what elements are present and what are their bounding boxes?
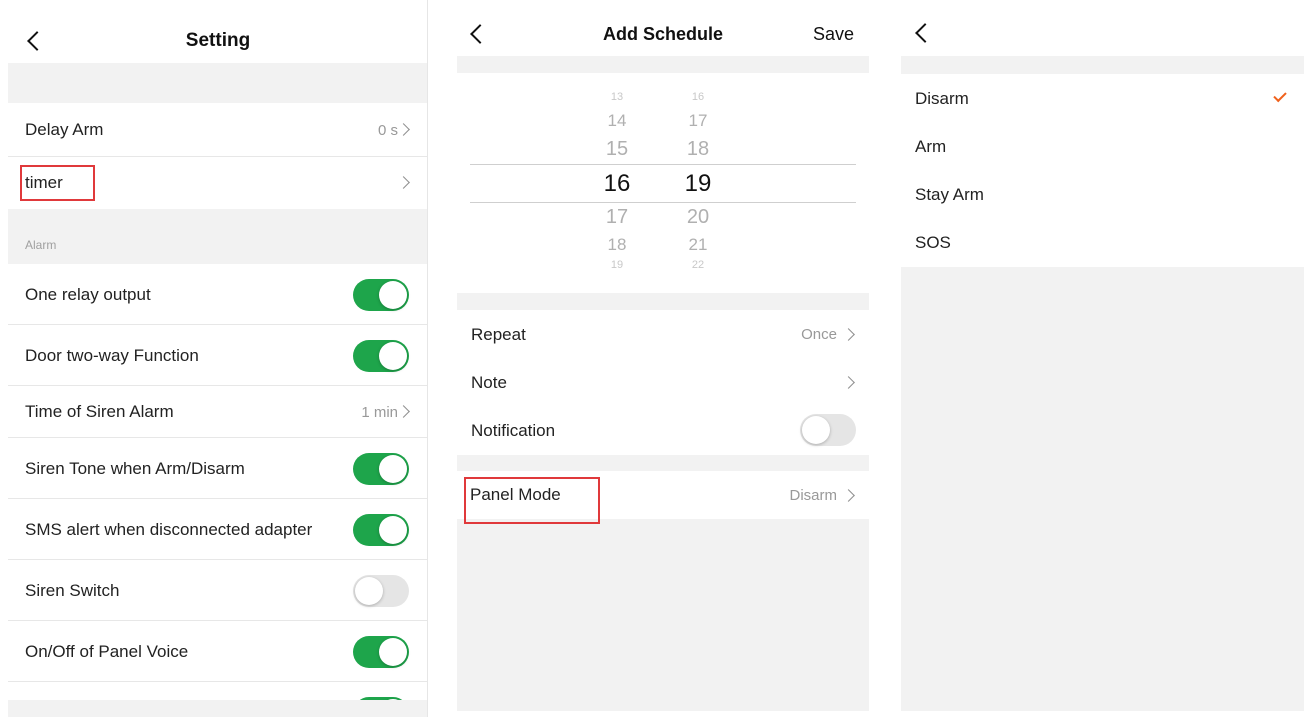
sms-alert-label: SMS alert when disconnected adapter [25, 520, 313, 539]
picker-selection-line-top [470, 164, 856, 165]
option-arm[interactable]: Arm [901, 122, 1304, 170]
time-of-siren-alarm-row[interactable]: Time of Siren Alarm 1 min [8, 386, 428, 438]
one-relay-output-label: One relay output [25, 285, 151, 304]
picker-hour-selected[interactable]: 16 [597, 170, 637, 198]
chevron-right-icon [397, 123, 410, 136]
picker-minute: 22 [691, 259, 705, 271]
chevron-right-icon [397, 405, 410, 418]
add-schedule-screen: Add Schedule Save 13 14 15 16 17 18 19 1… [457, 0, 869, 711]
picker-hour: 13 [610, 91, 624, 103]
timer-highlight-box [20, 165, 95, 201]
spacer [8, 63, 428, 103]
toggle-knob [379, 516, 407, 544]
repeat-value: Once [801, 326, 837, 343]
repeat-label: Repeat [471, 325, 526, 344]
picker-minute: 17 [688, 111, 708, 130]
panel-mode-screen: Disarm Arm Stay Arm SOS [901, 0, 1304, 711]
note-row[interactable]: Note [457, 358, 869, 406]
chevron-right-icon [842, 376, 855, 389]
toggle-knob [355, 577, 383, 605]
door-two-way-label: Door two-way Function [25, 346, 199, 365]
picker-minute: 18 [686, 138, 710, 160]
picker-hour: 17 [605, 206, 629, 228]
option-label: Disarm [915, 89, 969, 108]
option-stay-arm[interactable]: Stay Arm [901, 170, 1304, 218]
picker-hour: 14 [607, 111, 627, 130]
setting-nav-bar: Setting [8, 0, 428, 63]
siren-switch-label: Siren Switch [25, 581, 120, 600]
picker-minute: 21 [688, 235, 708, 254]
toggle-knob [379, 638, 407, 666]
option-label: SOS [915, 233, 951, 252]
panel-voice-toggle[interactable] [353, 636, 409, 668]
page-title: Setting [185, 30, 251, 51]
add-schedule-nav-bar: Add Schedule Save [457, 0, 869, 56]
sms-alert-toggle[interactable] [353, 514, 409, 546]
option-sos[interactable]: SOS [901, 218, 1304, 267]
section-label-alarm: Alarm [25, 238, 57, 252]
chevron-right-icon [842, 328, 855, 341]
delay-arm-row[interactable]: Delay Arm 0 s [8, 103, 428, 157]
panel-mode-value: Disarm [789, 487, 838, 504]
toggle-knob [379, 342, 407, 370]
picker-selection-line-bottom [470, 202, 856, 203]
bottom-spacer [8, 700, 428, 717]
delay-arm-value: 0 s [377, 122, 398, 139]
option-label: Stay Arm [915, 185, 984, 204]
note-label: Note [471, 373, 507, 392]
notification-toggle[interactable] [800, 414, 856, 446]
screen-divider [427, 0, 428, 717]
siren-tone-row: Siren Tone when Arm/Disarm [8, 438, 428, 499]
panel-mode-highlight-box [464, 477, 600, 524]
setting-screen: Setting Delay Arm 0 s timer Alarm One re… [8, 0, 428, 717]
siren-switch-row: Siren Switch [8, 560, 428, 621]
back-icon[interactable] [915, 23, 935, 43]
chevron-right-icon [397, 176, 410, 189]
one-relay-output-row: One relay output [8, 264, 428, 325]
siren-tone-label: Siren Tone when Arm/Disarm [25, 459, 245, 478]
page-title: Add Schedule [602, 24, 723, 44]
repeat-row[interactable]: Repeat Once [457, 310, 869, 358]
picker-minute-selected[interactable]: 19 [678, 170, 718, 198]
mode-options-list: Disarm Arm Stay Arm SOS [901, 74, 1304, 267]
picker-hour: 15 [605, 138, 629, 160]
siren-tone-toggle[interactable] [353, 453, 409, 485]
checkmark-icon [1273, 88, 1287, 103]
schedule-options-group: Repeat Once Note Notification [457, 310, 869, 455]
door-two-way-toggle[interactable] [353, 340, 409, 372]
alarm-section-header [8, 209, 428, 264]
panel-voice-row: On/Off of Panel Voice [8, 621, 428, 682]
delay-arm-label: Delay Arm [25, 120, 104, 139]
notification-label: Notification [471, 421, 556, 440]
siren-switch-toggle[interactable] [353, 575, 409, 607]
toggle-knob [379, 281, 407, 309]
picker-minute: 16 [691, 91, 705, 103]
sms-alert-row: SMS alert when disconnected adapter [8, 499, 428, 560]
option-disarm[interactable]: Disarm [901, 74, 1304, 122]
one-relay-output-toggle[interactable] [353, 279, 409, 311]
toggle-knob [802, 416, 830, 444]
time-picker[interactable]: 13 14 15 16 17 18 19 16 17 18 19 20 21 2… [457, 73, 869, 293]
toggle-knob [379, 455, 407, 483]
panel-mode-nav-bar [901, 0, 1304, 56]
partial-row [8, 682, 428, 717]
door-two-way-row: Door two-way Function [8, 325, 428, 386]
time-of-siren-alarm-value: 1 min [361, 404, 398, 421]
picker-minute: 20 [686, 206, 710, 228]
save-button[interactable]: Save [813, 24, 854, 45]
picker-hour: 18 [607, 235, 627, 254]
time-of-siren-alarm-label: Time of Siren Alarm [25, 402, 174, 421]
option-label: Arm [915, 137, 947, 156]
panel-voice-label: On/Off of Panel Voice [25, 642, 189, 661]
notification-row: Notification [457, 406, 869, 455]
picker-hour: 19 [610, 259, 624, 271]
chevron-right-icon [842, 489, 855, 502]
